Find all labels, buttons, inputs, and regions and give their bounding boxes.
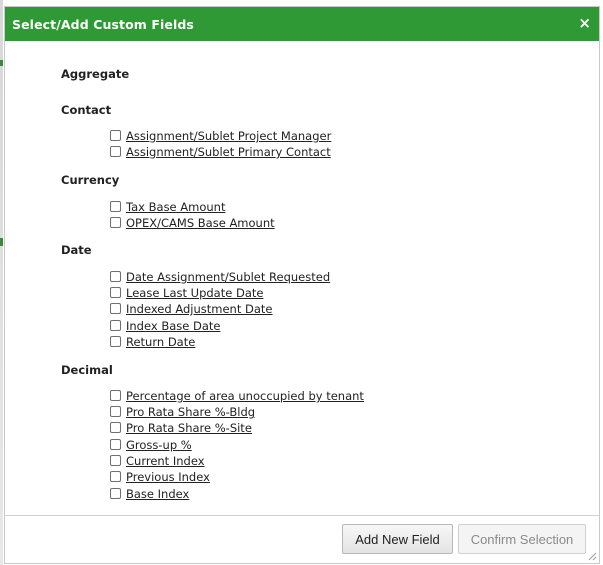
background-marker [0, 60, 3, 66]
close-icon[interactable]: × [578, 14, 591, 32]
checkbox-icon[interactable] [110, 439, 121, 450]
group-heading-currency: Currency [61, 173, 120, 187]
field-label[interactable]: Return Date [126, 335, 195, 349]
fields-list[interactable]: Aggregate Contact Assignment/Sublet Proj… [5, 41, 599, 500]
field-option[interactable]: Assignment/Sublet Project Manager [110, 129, 331, 144]
resize-grip-icon[interactable] [587, 551, 597, 561]
field-option[interactable]: Return Date [110, 335, 195, 350]
field-label[interactable]: OPEX/CAMS Base Amount [126, 216, 275, 230]
field-label[interactable]: Percentage of area unoccupied by tenant [126, 389, 364, 403]
checkbox-icon[interactable] [110, 217, 121, 228]
page-background-edge [0, 0, 3, 565]
checkbox-icon[interactable] [110, 303, 121, 314]
group-heading-decimal: Decimal [61, 363, 113, 377]
field-option[interactable]: OPEX/CAMS Base Amount [110, 216, 275, 231]
checkbox-icon[interactable] [110, 406, 121, 417]
checkbox-icon[interactable] [110, 201, 121, 212]
group-heading-date: Date [61, 243, 92, 257]
field-label[interactable]: Current Index [126, 454, 205, 468]
add-new-field-button[interactable]: Add New Field [342, 524, 453, 554]
field-label[interactable]: Date Assignment/Sublet Requested [126, 270, 330, 284]
field-option[interactable]: Lease Last Update Date [110, 286, 263, 301]
checkbox-icon[interactable] [110, 455, 121, 466]
field-label[interactable]: Base Index [126, 487, 189, 500]
checkbox-icon[interactable] [110, 471, 121, 482]
field-option[interactable]: Tax Base Amount [110, 200, 225, 215]
field-option[interactable]: Indexed Adjustment Date [110, 302, 273, 317]
field-option[interactable]: Pro Rata Share %-Site [110, 421, 252, 436]
checkbox-icon[interactable] [110, 422, 121, 433]
dialog-title: Select/Add Custom Fields [12, 17, 194, 32]
field-label[interactable]: Indexed Adjustment Date [126, 302, 273, 316]
group-heading-contact: Contact [61, 103, 112, 117]
field-label[interactable]: Index Base Date [126, 319, 220, 333]
field-label[interactable]: Pro Rata Share %-Bldg [126, 405, 255, 419]
field-label[interactable]: Gross-up % [126, 438, 192, 452]
field-option[interactable]: Base Index [110, 487, 189, 500]
group-heading-aggregate: Aggregate [61, 67, 130, 81]
field-option[interactable]: Pro Rata Share %-Bldg [110, 405, 255, 420]
checkbox-icon[interactable] [110, 271, 121, 282]
checkbox-icon[interactable] [110, 390, 121, 401]
confirm-selection-button[interactable]: Confirm Selection [458, 524, 586, 554]
field-option[interactable]: Date Assignment/Sublet Requested [110, 270, 330, 285]
field-option[interactable]: Previous Index [110, 470, 210, 485]
checkbox-icon[interactable] [110, 287, 121, 298]
field-label[interactable]: Tax Base Amount [126, 200, 225, 214]
field-option[interactable]: Assignment/Sublet Primary Contact [110, 145, 331, 160]
field-option[interactable]: Gross-up % [110, 438, 192, 453]
field-label[interactable]: Assignment/Sublet Project Manager [126, 129, 331, 143]
field-option[interactable]: Index Base Date [110, 319, 220, 334]
field-option[interactable]: Percentage of area unoccupied by tenant [110, 389, 364, 404]
checkbox-icon[interactable] [110, 130, 121, 141]
checkbox-icon[interactable] [110, 320, 121, 331]
custom-fields-dialog: Select/Add Custom Fields × Aggregate Con… [4, 6, 600, 564]
field-label[interactable]: Previous Index [126, 470, 210, 484]
field-label[interactable]: Assignment/Sublet Primary Contact [126, 145, 331, 159]
field-label[interactable]: Pro Rata Share %-Site [126, 421, 252, 435]
dialog-titlebar[interactable]: Select/Add Custom Fields × [5, 7, 599, 41]
field-option[interactable]: Current Index [110, 454, 205, 469]
checkbox-icon[interactable] [110, 146, 121, 157]
checkbox-icon[interactable] [110, 488, 121, 499]
footer-divider [5, 515, 599, 516]
checkbox-icon[interactable] [110, 336, 121, 347]
background-marker [0, 238, 3, 246]
field-label[interactable]: Lease Last Update Date [126, 286, 263, 300]
